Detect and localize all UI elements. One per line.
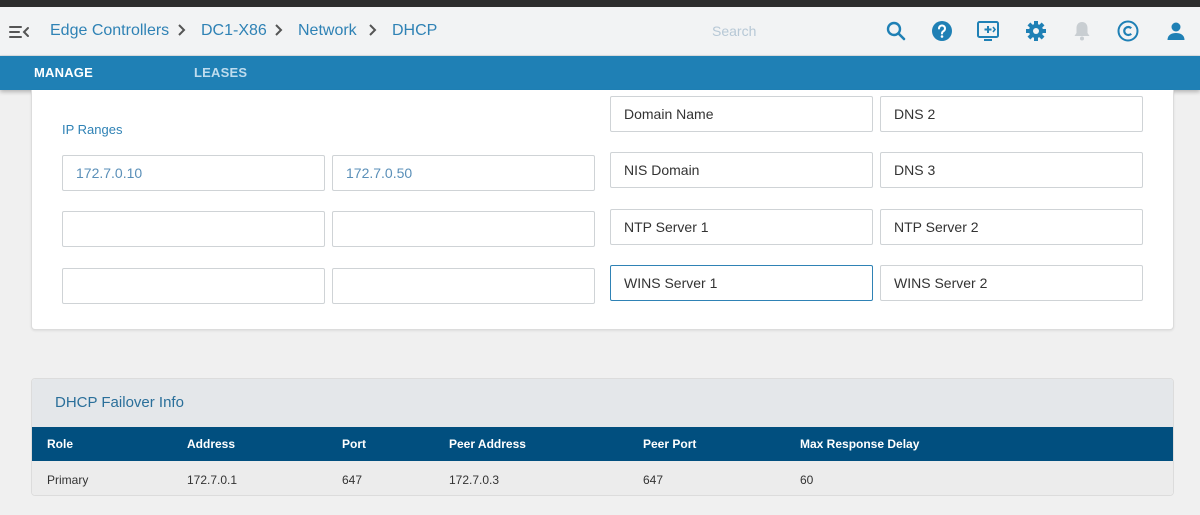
cell-max-response-delay: 60 — [800, 473, 814, 487]
chevron-right-icon — [177, 21, 187, 44]
column-header-peer-port[interactable]: Peer Port — [643, 437, 696, 451]
ip-ranges-label: IP Ranges — [62, 122, 123, 137]
tab-manage[interactable]: MANAGE — [34, 56, 93, 90]
cell-port: 647 — [342, 473, 363, 487]
chevron-right-icon — [274, 21, 284, 44]
tab-leases[interactable]: LEASES — [194, 56, 247, 90]
domain-name-field[interactable] — [610, 96, 873, 132]
ip-range-end-input[interactable] — [332, 211, 595, 247]
search-icon[interactable] — [884, 19, 908, 43]
console-icon[interactable] — [976, 19, 1000, 43]
breadcrumb-network[interactable]: Network — [298, 22, 357, 40]
ip-range-start-input[interactable] — [62, 211, 325, 247]
wins-server-1-field[interactable] — [610, 265, 873, 301]
search-input[interactable] — [712, 17, 872, 45]
failover-card-title: DHCP Failover Info — [55, 394, 184, 411]
chevron-right-icon — [368, 21, 378, 44]
column-header-address[interactable]: Address — [187, 437, 235, 451]
breadcrumb-dc1-x86[interactable]: DC1-X86 — [201, 22, 267, 40]
cell-peer-address: 172.7.0.3 — [449, 473, 500, 487]
user-icon[interactable] — [1164, 19, 1188, 43]
dns2-field[interactable] — [880, 96, 1143, 132]
ntp-server-1-field[interactable] — [610, 209, 873, 245]
cell-role: Primary — [47, 473, 89, 487]
cell-peer-port: 647 — [643, 473, 664, 487]
menu-collapse-icon[interactable] — [8, 21, 30, 43]
column-header-port[interactable]: Port — [342, 437, 366, 451]
cell-address: 172.7.0.1 — [187, 473, 238, 487]
ip-range-start-input[interactable] — [62, 155, 325, 191]
ip-range-end-input[interactable] — [332, 268, 595, 304]
window-top-strip — [0, 0, 1200, 7]
ntp-server-2-field[interactable] — [880, 209, 1143, 245]
nis-domain-field[interactable] — [610, 152, 873, 188]
bell-icon[interactable] — [1070, 19, 1094, 43]
dhcp-failover-card: DHCP Failover Info Role Address Port Pee… — [31, 378, 1174, 496]
breadcrumb-dhcp[interactable]: DHCP — [392, 22, 437, 40]
failover-table-header: Role Address Port Peer Address Peer Port… — [32, 427, 1173, 461]
tab-bar: MANAGE LEASES — [0, 56, 1200, 90]
gear-icon[interactable] — [1024, 19, 1048, 43]
help-icon[interactable] — [930, 19, 954, 43]
ip-range-end-input[interactable] — [332, 155, 595, 191]
table-row[interactable]: Primary 172.7.0.1 647 172.7.0.3 647 60 — [32, 461, 1173, 495]
copyright-icon[interactable] — [1116, 19, 1140, 43]
column-header-peer-address[interactable]: Peer Address — [449, 437, 526, 451]
ip-range-start-input[interactable] — [62, 268, 325, 304]
breadcrumb-edge-controllers[interactable]: Edge Controllers — [50, 22, 169, 40]
failover-card-header: DHCP Failover Info — [32, 379, 1173, 427]
column-header-role[interactable]: Role — [47, 437, 73, 451]
column-header-max-response-delay[interactable]: Max Response Delay — [800, 437, 919, 451]
app-header: Edge Controllers DC1-X86 Network DHCP — [0, 7, 1200, 56]
wins-server-2-field[interactable] — [880, 265, 1143, 301]
dns3-field[interactable] — [880, 152, 1143, 188]
